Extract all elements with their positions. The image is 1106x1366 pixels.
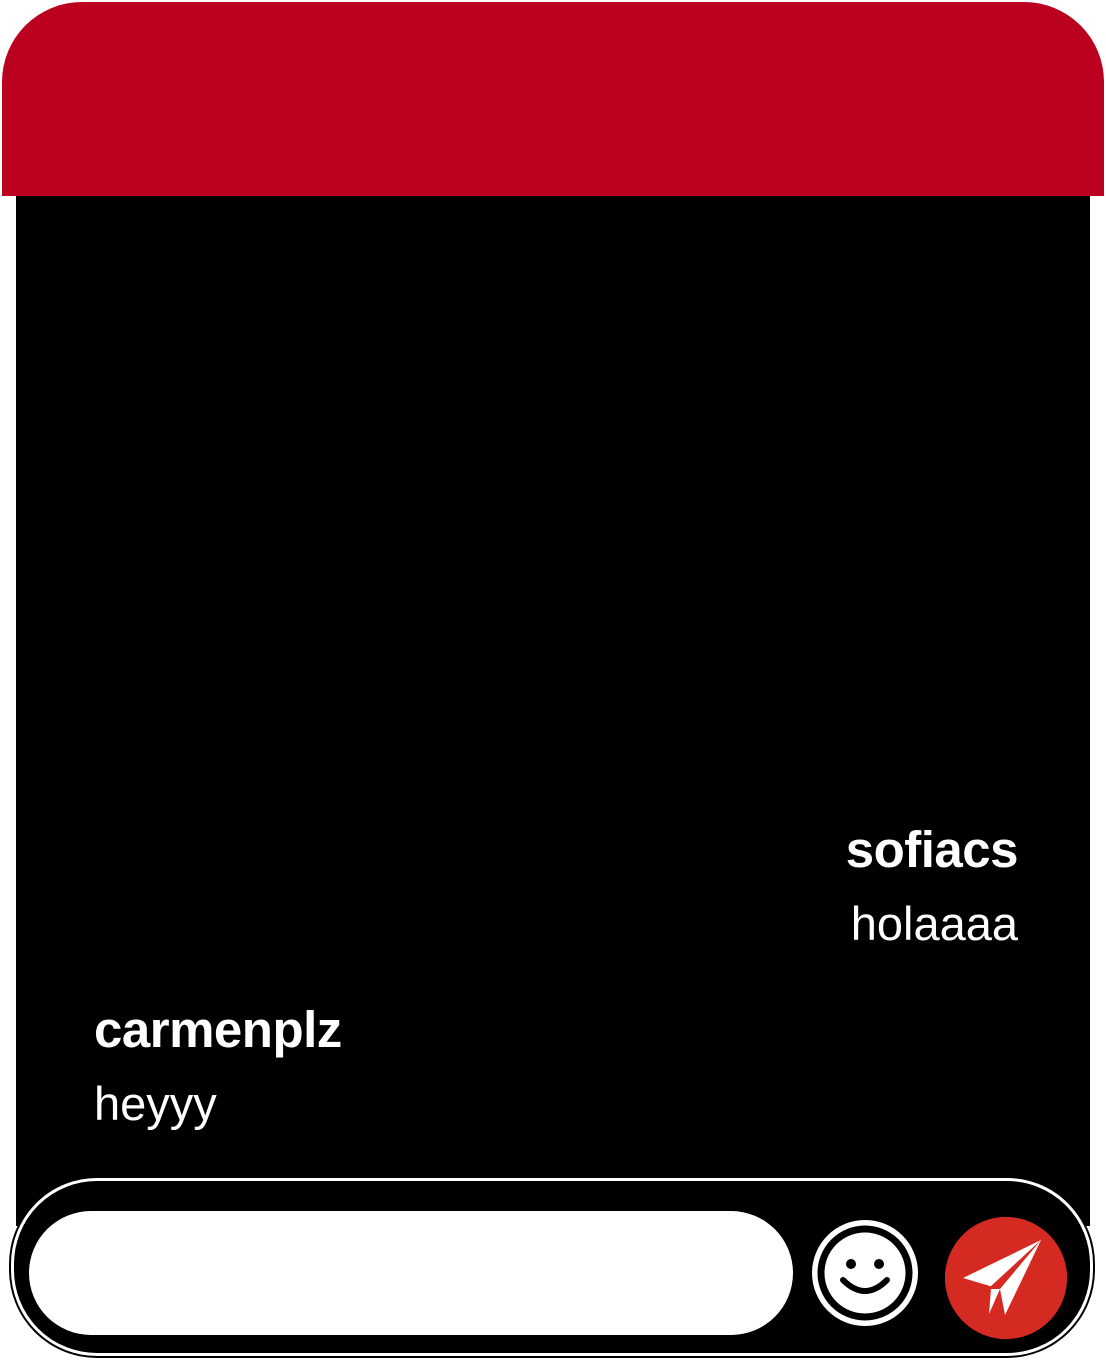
smiley-face-icon — [817, 1225, 913, 1321]
message-item: sofiacs holaaaa — [845, 820, 1019, 954]
message-text: heyyy — [94, 1077, 217, 1130]
message-composer — [11, 1178, 1093, 1356]
messages-panel[interactable]: sofiacs holaaaa carmenplz heyyy — [16, 196, 1090, 1226]
emoji-button[interactable] — [812, 1220, 918, 1326]
send-button[interactable] — [945, 1217, 1067, 1339]
message-text: holaaaa — [850, 897, 1018, 950]
message-author: sofiacs — [845, 821, 1019, 878]
message-item: carmenplz heyyy — [94, 1000, 342, 1134]
chat-header — [2, 2, 1104, 196]
message-input[interactable] — [29, 1211, 793, 1335]
chat-window: sofiacs holaaaa carmenplz heyyy — [0, 0, 1106, 1366]
paper-plane-icon — [945, 1217, 1067, 1339]
message-author: carmenplz — [94, 1001, 342, 1058]
